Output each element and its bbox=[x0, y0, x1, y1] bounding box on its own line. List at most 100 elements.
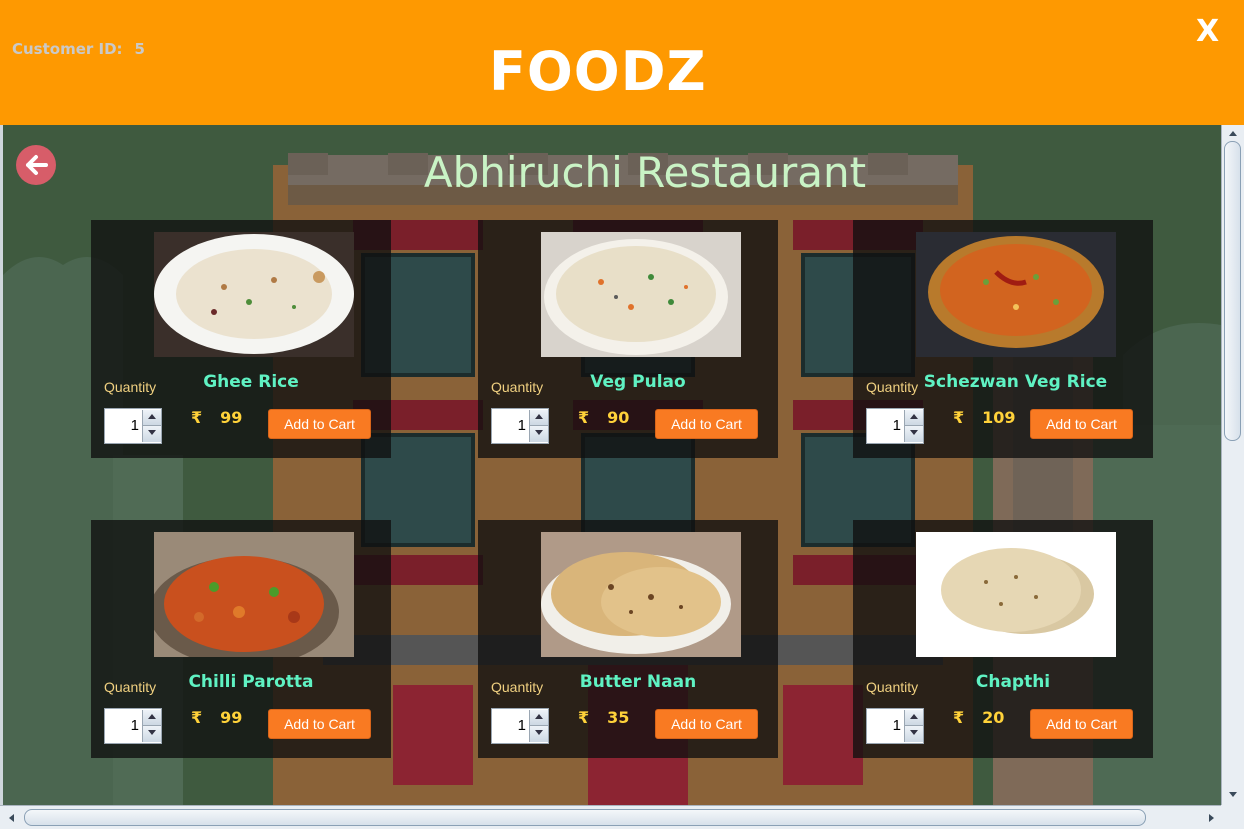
increment-button[interactable] bbox=[142, 710, 161, 726]
menu-card: Quantity Chapthi 1 ₹20 Add to Cart bbox=[853, 520, 1153, 758]
add-to-cart-button[interactable]: Add to Cart bbox=[268, 409, 371, 439]
decrement-button[interactable] bbox=[142, 726, 161, 742]
quantity-spinner[interactable]: 1 bbox=[491, 408, 549, 444]
rupee-symbol: ₹ bbox=[578, 408, 590, 427]
up-arrow-icon bbox=[910, 714, 918, 719]
scroll-up-icon[interactable] bbox=[1225, 126, 1241, 140]
price-display: ₹99 bbox=[191, 408, 242, 427]
dish-name: Ghee Rice bbox=[203, 372, 299, 392]
increment-button[interactable] bbox=[904, 410, 923, 426]
quantity-label: Quantity bbox=[866, 679, 919, 695]
price-display: ₹109 bbox=[953, 408, 1016, 427]
dish-name: Veg Pulao bbox=[590, 372, 686, 392]
menu-card: Quantity Ghee Rice 1 ₹99 Add to Cart bbox=[91, 220, 391, 458]
quantity-spinner[interactable]: 1 bbox=[104, 708, 162, 744]
down-arrow-icon bbox=[535, 730, 543, 735]
rupee-symbol: ₹ bbox=[953, 408, 965, 427]
rupee-symbol: ₹ bbox=[953, 708, 965, 727]
horizontal-scrollbar[interactable] bbox=[0, 805, 1244, 829]
decrement-button[interactable] bbox=[142, 426, 161, 442]
ghee-rice-image bbox=[154, 232, 354, 357]
quantity-spinner[interactable]: 1 bbox=[866, 408, 924, 444]
add-to-cart-button[interactable]: Add to Cart bbox=[655, 709, 758, 739]
add-to-cart-button[interactable]: Add to Cart bbox=[655, 409, 758, 439]
down-arrow-icon bbox=[148, 430, 156, 435]
increment-button[interactable] bbox=[904, 710, 923, 726]
down-arrow-icon bbox=[148, 730, 156, 735]
quantity-value[interactable]: 1 bbox=[867, 709, 903, 743]
menu-scroll-pane[interactable]: Abhiruchi Restaurant Quantity Ghee Rice … bbox=[3, 125, 1221, 805]
add-to-cart-button[interactable]: Add to Cart bbox=[1030, 409, 1133, 439]
down-arrow-icon bbox=[535, 430, 543, 435]
price-value: 99 bbox=[220, 408, 243, 427]
customer-id-label: Customer ID: bbox=[12, 40, 123, 58]
quantity-label: Quantity bbox=[491, 679, 544, 695]
price-display: ₹20 bbox=[953, 708, 1004, 727]
add-to-cart-button[interactable]: Add to Cart bbox=[1030, 709, 1133, 739]
down-arrow-icon bbox=[910, 430, 918, 435]
quantity-spinner[interactable]: 1 bbox=[866, 708, 924, 744]
up-arrow-icon bbox=[535, 714, 543, 719]
chapthi-image bbox=[916, 532, 1116, 657]
menu-card: Quantity Veg Pulao 1 ₹90 Add to Cart bbox=[478, 220, 778, 458]
rupee-symbol: ₹ bbox=[191, 408, 203, 427]
decrement-button[interactable] bbox=[904, 426, 923, 442]
quantity-value[interactable]: 1 bbox=[867, 409, 903, 443]
close-button[interactable]: X bbox=[1196, 14, 1219, 49]
increment-button[interactable] bbox=[529, 410, 548, 426]
app-title: FOODZ bbox=[489, 40, 707, 103]
up-arrow-icon bbox=[148, 414, 156, 419]
dish-name: Chilli Parotta bbox=[188, 672, 314, 692]
scroll-down-icon[interactable] bbox=[1225, 788, 1241, 802]
quantity-value[interactable]: 1 bbox=[492, 709, 528, 743]
dish-name: Schezwan Veg Rice bbox=[923, 372, 1108, 392]
price-display: ₹90 bbox=[578, 408, 629, 427]
quantity-value[interactable]: 1 bbox=[105, 409, 141, 443]
scrollbar-corner bbox=[1221, 805, 1244, 829]
add-to-cart-button[interactable]: Add to Cart bbox=[268, 709, 371, 739]
scroll-left-icon[interactable] bbox=[4, 811, 20, 825]
restaurant-title: Abhiruchi Restaurant bbox=[423, 148, 867, 197]
price-value: 99 bbox=[220, 708, 243, 727]
quantity-label: Quantity bbox=[104, 679, 157, 695]
veg-pulao-image bbox=[541, 232, 741, 357]
price-value: 109 bbox=[982, 408, 1016, 427]
quantity-value[interactable]: 1 bbox=[492, 409, 528, 443]
price-value: 90 bbox=[607, 408, 630, 427]
customer-id-value: 5 bbox=[134, 40, 145, 58]
increment-button[interactable] bbox=[529, 710, 548, 726]
vertical-scroll-thumb[interactable] bbox=[1224, 141, 1241, 441]
rupee-symbol: ₹ bbox=[191, 708, 203, 727]
customer-id-display: Customer ID: 5 bbox=[12, 40, 145, 58]
vertical-scrollbar[interactable] bbox=[1221, 125, 1244, 805]
horizontal-scroll-thumb[interactable] bbox=[24, 809, 1146, 826]
quantity-value[interactable]: 1 bbox=[105, 709, 141, 743]
decrement-button[interactable] bbox=[529, 726, 548, 742]
butter-naan-image bbox=[541, 532, 741, 657]
price-display: ₹99 bbox=[191, 708, 242, 727]
quantity-label: Quantity bbox=[104, 379, 157, 395]
scroll-right-icon[interactable] bbox=[1203, 811, 1219, 825]
decrement-button[interactable] bbox=[904, 726, 923, 742]
decrement-button[interactable] bbox=[529, 426, 548, 442]
menu-card: Quantity Chilli Parotta 1 ₹99 Add to Car… bbox=[91, 520, 391, 758]
dish-name: Butter Naan bbox=[579, 672, 697, 692]
schezwan-veg-rice-image bbox=[916, 232, 1116, 357]
price-value: 20 bbox=[982, 708, 1005, 727]
up-arrow-icon bbox=[910, 414, 918, 419]
app-header: Customer ID: 5 FOODZ X bbox=[0, 0, 1244, 125]
down-arrow-icon bbox=[910, 730, 918, 735]
price-value: 35 bbox=[607, 708, 630, 727]
quantity-spinner[interactable]: 1 bbox=[491, 708, 549, 744]
dish-name: Chapthi bbox=[975, 672, 1051, 692]
rupee-symbol: ₹ bbox=[578, 708, 590, 727]
up-arrow-icon bbox=[148, 714, 156, 719]
menu-card: Quantity Butter Naan 1 ₹35 Add to Cart bbox=[478, 520, 778, 758]
up-arrow-icon bbox=[535, 414, 543, 419]
quantity-label: Quantity bbox=[866, 379, 919, 395]
increment-button[interactable] bbox=[142, 410, 161, 426]
quantity-spinner[interactable]: 1 bbox=[104, 408, 162, 444]
chilli-parotta-image bbox=[154, 532, 354, 657]
price-display: ₹35 bbox=[578, 708, 629, 727]
menu-card: Quantity Schezwan Veg Rice 1 ₹109 Add to… bbox=[853, 220, 1153, 458]
